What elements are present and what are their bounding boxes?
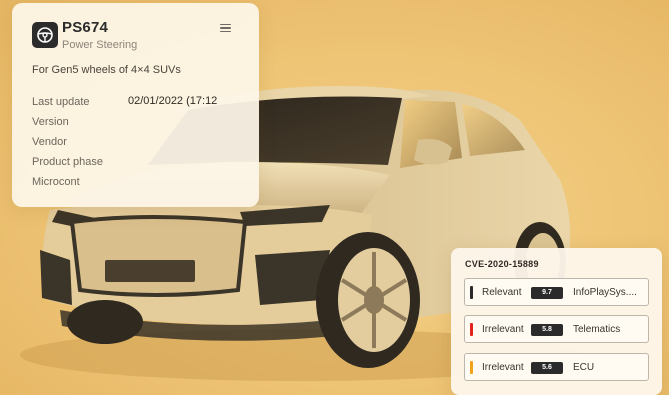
cve-row[interactable]: Irrelevant 5.6 ECU xyxy=(464,353,649,381)
status-marker xyxy=(470,361,473,374)
field-value-last-update: 02/01/2022 (17:12 xyxy=(128,95,218,107)
field-label-product-phase: Product phase xyxy=(32,156,103,168)
hamburger-menu-icon[interactable] xyxy=(220,21,234,35)
cve-score-badge: 5.6 xyxy=(531,362,563,374)
cve-status: Relevant xyxy=(482,287,522,298)
cve-id: CVE-2020-15889 xyxy=(465,259,539,269)
product-subtitle: Power Steering xyxy=(62,39,138,51)
cve-status: Irrelevant xyxy=(482,362,524,373)
cve-status: Irrelevant xyxy=(482,324,524,335)
cve-row[interactable]: Irrelevant 5.8 Telematics xyxy=(464,315,649,343)
status-marker xyxy=(470,286,473,299)
cve-score-badge: 5.8 xyxy=(531,324,563,336)
cve-score-badge: 9.7 xyxy=(531,287,563,299)
product-description: For Gen5 wheels of 4×4 SUVs xyxy=(32,64,181,76)
cve-component: InfoPlaySys.... xyxy=(573,287,637,298)
cve-card: CVE-2020-15889 Relevant 9.7 InfoPlaySys.… xyxy=(451,248,662,395)
field-label-vendor: Vendor xyxy=(32,136,67,148)
field-label-last-update: Last update xyxy=(32,96,90,108)
status-marker xyxy=(470,323,473,336)
steering-wheel-icon xyxy=(32,22,58,48)
field-label-version: Version xyxy=(32,116,69,128)
cve-component: ECU xyxy=(573,362,595,373)
product-card: PS674 Power Steering For Gen5 wheels of … xyxy=(12,3,259,207)
cve-component: Telematics xyxy=(573,324,621,335)
cve-row[interactable]: Relevant 9.7 InfoPlaySys.... xyxy=(464,278,649,306)
field-label-microcontroller: Microcont xyxy=(32,176,80,188)
product-name: PS674 xyxy=(62,19,109,36)
